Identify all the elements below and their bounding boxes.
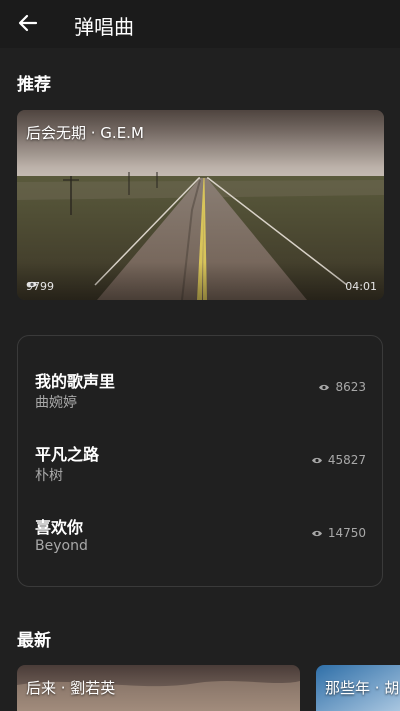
section-title-recommended: 推荐: [17, 75, 51, 95]
latest-song-card[interactable]: 后来 · 劉若英: [17, 665, 300, 711]
song-view-count: 45827: [311, 453, 366, 467]
song-views-value: 8623: [335, 380, 366, 394]
song-list-card: 我的歌声里 曲婉婷 8623 平凡之路 朴树 45827 喜欢你 Beyond: [17, 335, 383, 587]
song-item[interactable]: 喜欢你 Beyond 14750: [18, 514, 382, 574]
top-bar: 弹唱曲: [0, 0, 400, 48]
song-title: 平凡之路: [35, 445, 100, 464]
featured-duration: 04:01: [345, 280, 377, 293]
featured-song-card[interactable]: 后会无期 · G.E.M 9799 04:01: [17, 110, 384, 300]
eye-icon: [311, 457, 322, 463]
latest-song-title: 后来 · 劉若英: [26, 679, 116, 697]
featured-view-count: 9799: [26, 280, 54, 293]
arrow-left-icon: [18, 14, 38, 32]
page-title: 弹唱曲: [74, 15, 134, 39]
latest-song-title: 那些年 · 胡: [325, 679, 400, 697]
song-title: 喜欢你: [35, 518, 84, 537]
song-artist: 朴树: [35, 468, 63, 484]
section-title-latest: 最新: [17, 631, 51, 651]
song-views-value: 14750: [327, 526, 366, 540]
song-views-value: 45827: [327, 453, 366, 467]
song-item[interactable]: 我的歌声里 曲婉婷 8623: [18, 368, 382, 428]
back-button[interactable]: [14, 10, 42, 36]
song-artist: Beyond: [35, 538, 88, 554]
featured-song-title: 后会无期 · G.E.M: [26, 124, 144, 142]
eye-icon: [319, 384, 330, 390]
song-title: 我的歌声里: [35, 372, 116, 391]
song-item[interactable]: 平凡之路 朴树 45827: [18, 441, 382, 501]
eye-icon: [27, 281, 37, 288]
song-view-count: 8623: [318, 380, 366, 394]
song-artist: 曲婉婷: [35, 395, 77, 411]
latest-song-card[interactable]: 那些年 · 胡: [316, 665, 400, 711]
song-view-count: 14750: [311, 526, 366, 540]
eye-icon: [311, 530, 322, 536]
